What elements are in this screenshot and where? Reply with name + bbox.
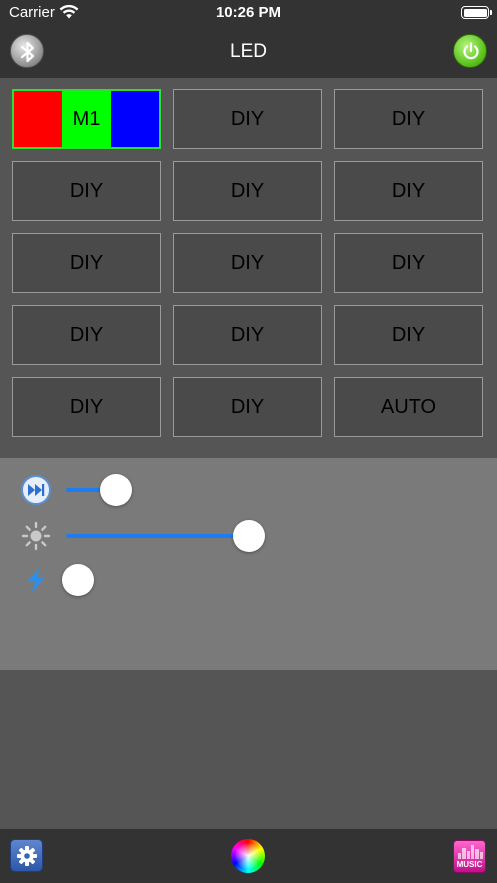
mode-button-custom[interactable]: M1 [12, 89, 161, 149]
mode-button[interactable]: DIY [334, 233, 483, 293]
brightness-slider[interactable] [66, 520, 481, 552]
sensitivity-slider-thumb[interactable] [62, 564, 95, 596]
power-button[interactable] [453, 34, 487, 68]
mode-label: AUTO [380, 395, 437, 418]
mode-button[interactable]: DIY [12, 161, 161, 221]
mode-label: DIY [69, 251, 104, 274]
mode-button[interactable]: DIY [334, 305, 483, 365]
mode-label: DIY [69, 323, 104, 346]
color-wheel-button[interactable] [231, 839, 265, 873]
speed-slider[interactable] [66, 474, 481, 506]
speed-slider-row [0, 470, 497, 510]
settings-button[interactable] [10, 839, 43, 872]
brightness-slider-thumb[interactable] [232, 520, 265, 552]
mode-panel: M1 DIY DIY DIY DIY DIY DIY DIY DIY DIY DIY DIY DIY DI… [0, 78, 497, 458]
mode-button[interactable]: DIY [334, 161, 483, 221]
led-app-screen: Carrier 10:26 PM LED M1 DIY DIY DIY DIY DIY DI… [0, 0, 497, 883]
mode-label: DIY [69, 179, 104, 202]
mode-label: DIY [230, 251, 265, 274]
mode-button[interactable]: DIY [12, 377, 161, 437]
mode-button[interactable]: DIY [173, 377, 322, 437]
mode-label: DIY [391, 251, 426, 274]
speed-slider-thumb[interactable] [99, 474, 132, 506]
mode-label: DIY [230, 323, 265, 346]
mode-grid: M1 DIY DIY DIY DIY DIY DIY DIY DIY DIY DIY DIY DIY DI… [12, 89, 485, 437]
music-button[interactable]: MUSIC [453, 840, 486, 873]
slider-panel [0, 458, 497, 670]
mode-label: DIY [391, 107, 426, 130]
fast-forward-icon [21, 475, 51, 505]
mode-button[interactable]: DIY [173, 233, 322, 293]
sensitivity-slider[interactable] [62, 564, 481, 596]
status-time: 10:26 PM [215, 4, 282, 21]
bottom-toolbar: MUSIC [0, 829, 497, 883]
status-bar: Carrier 10:26 PM [0, 0, 497, 28]
mode-button[interactable]: AUTO [334, 377, 483, 437]
mode-label: DIY [391, 323, 426, 346]
mode-button[interactable]: DIY [173, 161, 322, 221]
power-icon [463, 42, 479, 60]
mode-button[interactable]: DIY [334, 89, 483, 149]
sensitivity-slider-row [0, 560, 497, 600]
mode-label: DIY [230, 179, 265, 202]
mode-button[interactable]: DIY [12, 305, 161, 365]
mode-label: DIY [230, 395, 265, 418]
mode-button[interactable]: DIY [12, 233, 161, 293]
equalizer-icon [458, 845, 483, 859]
brightness-slider-row [0, 516, 497, 556]
page-title: LED [230, 41, 267, 62]
brightness-icon [21, 521, 51, 551]
mode-label: M1 [72, 107, 101, 130]
mode-label: DIY [69, 395, 104, 418]
mode-label: DIY [230, 107, 265, 130]
music-label: MUSIC [456, 860, 483, 869]
lightning-icon [27, 567, 45, 594]
mode-button[interactable]: DIY [173, 89, 322, 149]
mode-button[interactable]: DIY [173, 305, 322, 365]
gear-icon [17, 846, 37, 866]
mode-label: DIY [391, 179, 426, 202]
battery-icon [461, 6, 492, 19]
nav-bar: LED [0, 28, 497, 78]
